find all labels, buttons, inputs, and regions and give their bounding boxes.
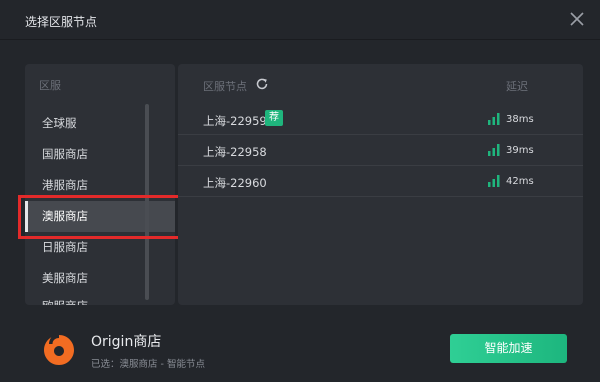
region-item-us[interactable]: 美服商店: [25, 263, 175, 294]
node-name: 上海-22959: [203, 114, 267, 128]
region-item-au[interactable]: 澳服商店: [25, 201, 175, 232]
node-panel: 区服节点 延迟 上海-22959 荐 38ms 上海-22958 39ms 上海…: [178, 64, 583, 305]
dialog-titlebar: 选择区服节点: [0, 0, 600, 40]
node-row[interactable]: 上海-22958 39ms: [178, 135, 583, 166]
latency-value: 39ms: [506, 145, 534, 156]
region-item-eu[interactable]: 欧服商店: [25, 294, 175, 305]
region-list: 全球服 国服商店 港服商店 澳服商店 日服商店 美服商店 欧服商店: [25, 108, 175, 305]
close-icon[interactable]: [568, 10, 586, 28]
latency-column-header: 延迟: [506, 80, 528, 93]
region-item-cn[interactable]: 国服商店: [25, 139, 175, 170]
node-name: 上海-22958: [203, 145, 267, 159]
node-column-header: 区服节点: [203, 80, 247, 93]
node-row[interactable]: 上海-22959 荐 38ms: [178, 104, 583, 135]
recommended-badge: 荐: [265, 110, 283, 126]
region-scrollbar[interactable]: [145, 104, 149, 300]
refresh-icon[interactable]: [255, 77, 269, 91]
region-item-hk[interactable]: 港服商店: [25, 170, 175, 201]
node-row[interactable]: 上海-22960 42ms: [178, 166, 583, 197]
dialog-footer: Origin商店 已选：澳服商店 - 智能节点 智能加速: [0, 316, 600, 382]
region-item-jp[interactable]: 日服商店: [25, 232, 175, 263]
latency-value: 38ms: [506, 114, 534, 125]
latency-value: 42ms: [506, 176, 534, 187]
origin-logo-icon: [44, 335, 74, 365]
node-header: 区服节点 延迟: [178, 64, 583, 104]
signal-strength-icon: [488, 144, 500, 156]
signal-strength-icon: [488, 113, 500, 125]
smart-accelerate-button[interactable]: 智能加速: [450, 334, 567, 363]
region-node-dialog: 选择区服节点 区服 全球服 国服商店 港服商店 澳服商店 日服商店 美服商店 欧…: [0, 0, 600, 382]
region-panel: 区服 全球服 国服商店 港服商店 澳服商店 日服商店 美服商店 欧服商店: [25, 64, 175, 305]
selection-summary: 已选：澳服商店 - 智能节点: [91, 359, 205, 370]
app-name: Origin商店: [91, 334, 162, 350]
dialog-title: 选择区服节点: [25, 15, 98, 29]
region-item-global[interactable]: 全球服: [25, 108, 175, 139]
node-name: 上海-22960: [203, 176, 267, 190]
signal-strength-icon: [488, 175, 500, 187]
region-header: 区服: [39, 79, 61, 92]
